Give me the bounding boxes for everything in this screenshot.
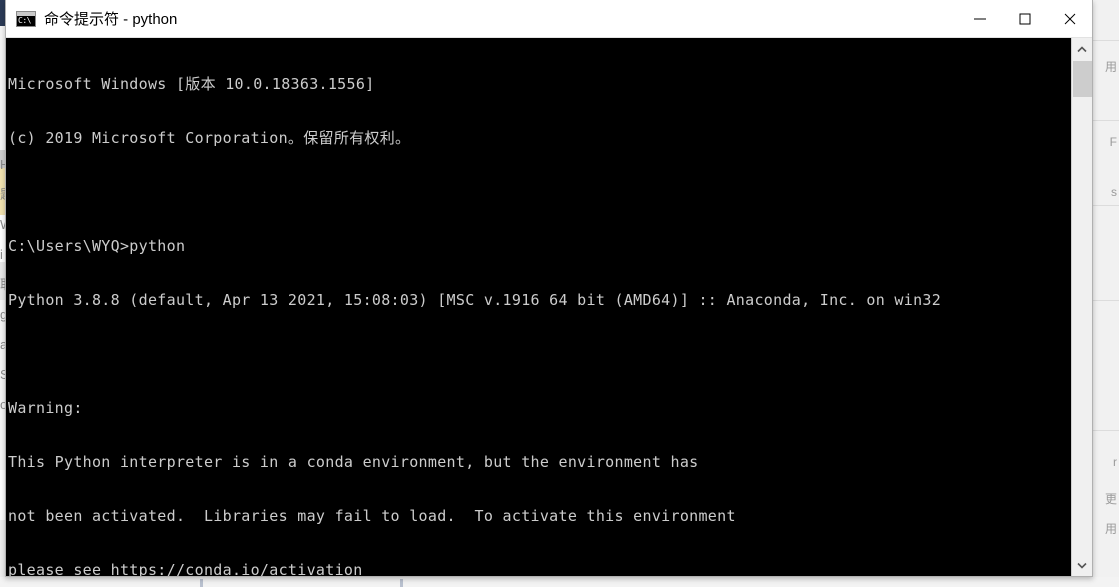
background-panel-divider xyxy=(1091,205,1119,206)
titlebar-left-group: C:\ 命令提示符 - python xyxy=(6,8,957,29)
cmd-icon: C:\ xyxy=(16,10,36,27)
window-titlebar[interactable]: C:\ 命令提示符 - python xyxy=(6,0,1092,38)
close-icon xyxy=(1064,13,1075,24)
terminal-lines: Microsoft Windows [版本 10.0.18363.1556] (… xyxy=(8,39,1071,576)
terminal-line: Warning: xyxy=(8,399,83,417)
background-bottom-strip xyxy=(0,577,1119,587)
maximize-icon xyxy=(1019,13,1030,24)
scroll-thumb[interactable] xyxy=(1073,61,1092,97)
minimize-icon xyxy=(973,18,986,19)
background-panel-divider xyxy=(1091,120,1119,121)
window-controls xyxy=(957,0,1092,38)
background-bottom-mark xyxy=(400,579,403,587)
background-right-glyph: r xyxy=(1113,455,1117,469)
minimize-button[interactable] xyxy=(957,0,1002,38)
scroll-track[interactable] xyxy=(1073,97,1092,554)
terminal-line: please see https://conda.io/activation xyxy=(8,561,363,576)
background-right-glyph: 更 xyxy=(1104,492,1117,506)
terminal-line: This Python interpreter is in a conda en… xyxy=(8,453,699,471)
background-panel-divider xyxy=(1091,300,1119,301)
terminal-output-area[interactable]: Microsoft Windows [版本 10.0.18363.1556] (… xyxy=(6,38,1071,576)
cmd-icon-text: C:\ xyxy=(18,15,31,25)
scroll-up-button[interactable] xyxy=(1072,38,1092,60)
maximize-button[interactable] xyxy=(1002,0,1047,38)
background-right-glyph: s xyxy=(1111,185,1117,199)
background-panel-divider xyxy=(1091,430,1119,431)
terminal-line: Microsoft Windows [版本 10.0.18363.1556] xyxy=(8,75,375,93)
terminal-line: (c) 2019 Microsoft Corporation。保留所有权利。 xyxy=(8,129,411,147)
terminal-scrollbar[interactable] xyxy=(1071,38,1092,576)
window-title: 命令提示符 - python xyxy=(44,11,178,28)
terminal-line: Python 3.8.8 (default, Apr 13 2021, 15:0… xyxy=(8,291,942,309)
close-button[interactable] xyxy=(1047,0,1092,38)
chevron-down-icon xyxy=(1077,562,1087,569)
chevron-up-icon xyxy=(1077,45,1087,52)
background-bottom-mark xyxy=(200,579,203,587)
background-right-glyph: 用 xyxy=(1104,60,1117,74)
background-right-panel[interactable]: 用 F s r 更 用 xyxy=(1090,0,1119,587)
command-prompt-window[interactable]: C:\ 命令提示符 - python Microsoft Windows [版本… xyxy=(5,0,1093,577)
background-panel-divider xyxy=(1091,40,1119,41)
background-right-glyph: 用 xyxy=(1104,522,1117,536)
terminal-line: C:\Users\WYQ>python xyxy=(8,237,186,255)
background-right-glyph: F xyxy=(1109,135,1117,149)
terminal-line: not been activated. Libraries may fail t… xyxy=(8,507,736,525)
scroll-down-button[interactable] xyxy=(1072,554,1092,576)
